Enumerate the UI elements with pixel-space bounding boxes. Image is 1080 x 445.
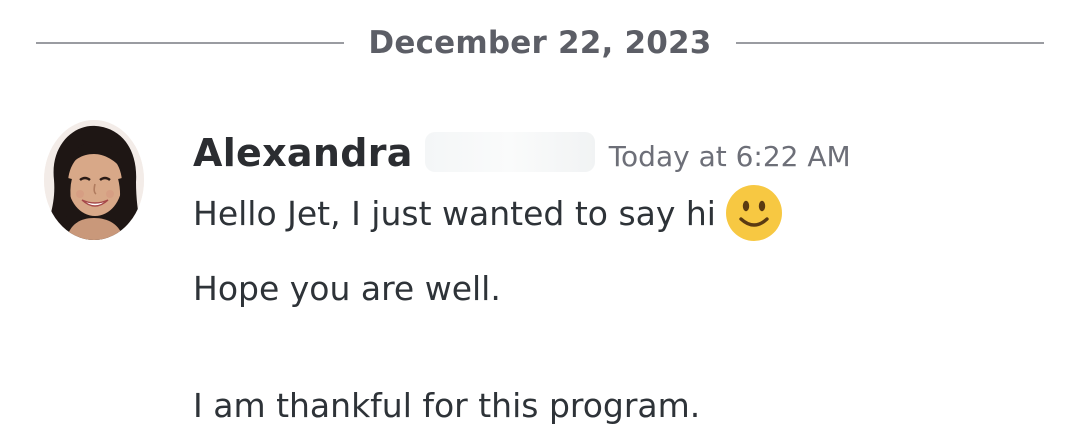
- message-timestamp: Today at 6:22 AM: [608, 140, 851, 173]
- chat-message: Alexandra Today at 6:22 AM Hello Jet, I …: [0, 0, 1080, 445]
- message-line-1: Hello Jet, I just wanted to say hi: [193, 182, 784, 244]
- message-header: Alexandra Today at 6:22 AM: [193, 126, 851, 186]
- user-avatar[interactable]: [44, 120, 144, 240]
- slightly-smiling-face-icon[interactable]: [724, 183, 784, 243]
- message-text-1: Hello Jet, I just wanted to say hi: [193, 193, 716, 233]
- name-redaction: [424, 132, 595, 172]
- message-line-2: Hope you are well.: [193, 258, 501, 318]
- avatar-photo-icon: [44, 120, 144, 240]
- message-text-2: Hope you are well.: [193, 268, 501, 308]
- message-text-3: I am thankful for this program.: [193, 385, 701, 425]
- author-name[interactable]: Alexandra: [193, 131, 413, 175]
- message-line-3: I am thankful for this program.: [193, 375, 700, 435]
